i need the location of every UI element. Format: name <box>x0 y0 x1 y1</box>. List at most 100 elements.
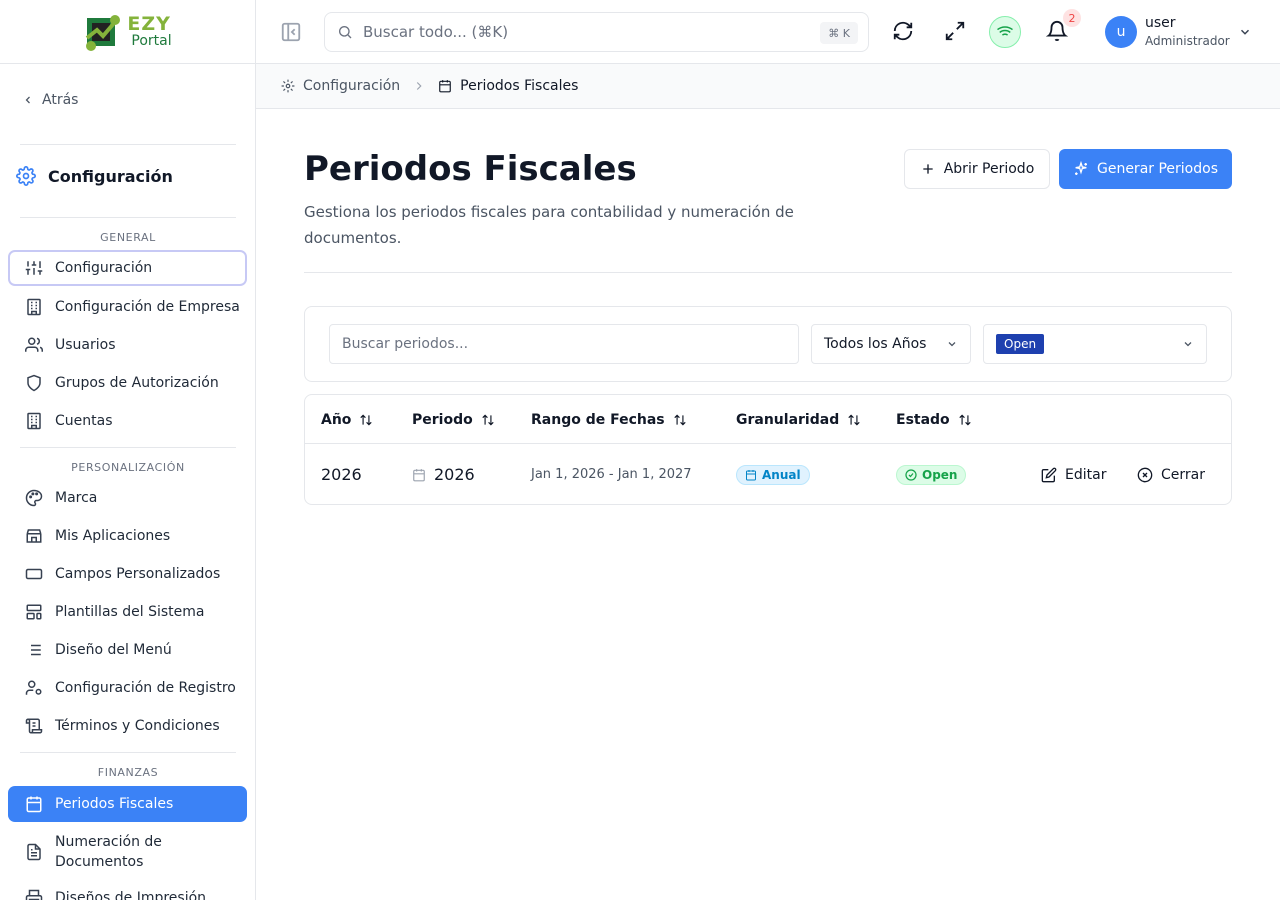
cell-status: Open <box>896 444 967 504</box>
sidebar-item-numeracion[interactable]: Numeración de Documentos <box>8 828 247 876</box>
open-period-label: Abrir Periodo <box>943 161 1035 177</box>
close-period-button[interactable]: Cerrar <box>1137 444 1205 504</box>
sidebar-item-label: Marca <box>55 490 98 506</box>
sidebar-item-label: Términos y Condiciones <box>55 718 220 734</box>
sidebar-item-label: Periodos Fiscales <box>55 796 174 812</box>
search-placeholder: Buscar todo... (⌘K) <box>363 23 509 41</box>
sidebar-item-label: Diseños de Impresión <box>55 890 207 900</box>
top-bar: Buscar todo... (⌘K) ⌘ K 2 u user Adminis… <box>256 0 1280 64</box>
sidebar-item-label: Numeración de Documentos <box>55 834 162 870</box>
app-logo[interactable]: EZY Portal <box>0 0 255 64</box>
sidebar-item-periodos[interactable]: Periodos Fiscales <box>8 786 247 822</box>
calendar-icon <box>746 469 756 480</box>
sidebar-item-plantillas[interactable]: Plantillas del Sistema <box>8 594 247 630</box>
sidebar-item-label: Cuentas <box>55 413 113 429</box>
period-search-placeholder: Buscar periodos... <box>342 336 469 352</box>
generate-periods-label: Generar Periodos <box>1096 161 1218 177</box>
table-header-row: Año Periodo Rango de Fechas Granularidad… <box>305 395 1231 444</box>
filter-bar: Buscar periodos... Todos los Años Open <box>304 306 1232 382</box>
period-search-input[interactable]: Buscar periodos... <box>329 324 799 364</box>
breadcrumb-current: Periodos Fiscales <box>460 78 579 94</box>
column-header-period[interactable]: Periodo <box>412 395 495 444</box>
global-search-input[interactable]: Buscar todo... (⌘K) ⌘ K <box>324 12 869 52</box>
plus-icon <box>923 164 933 174</box>
year-select[interactable]: Todos los Años <box>811 324 971 364</box>
sidebar-item-grupos[interactable]: Grupos de Autorización <box>8 365 247 401</box>
sidebar-item-usuarios[interactable]: Usuarios <box>8 327 247 363</box>
edit-label: Editar <box>1065 466 1107 483</box>
logo-secondary: Portal <box>131 33 172 49</box>
cell-year: 2026 <box>321 465 362 484</box>
search-icon <box>339 26 352 39</box>
palette-icon <box>25 489 43 507</box>
column-header-granularity[interactable]: Granularidad <box>736 395 861 444</box>
connection-status[interactable] <box>989 16 1021 48</box>
page-title: Periodos Fiscales <box>304 149 637 189</box>
file-text-icon <box>27 843 41 861</box>
cell-range: Jan 1, 2026 - Jan 1, 2027 <box>531 467 692 482</box>
chevron-right-icon <box>416 82 422 90</box>
search-shortcut: ⌘ K <box>820 22 858 44</box>
calendar-icon <box>26 796 42 813</box>
sidebar-item-registro[interactable]: Configuración de Registro <box>8 670 247 706</box>
building-icon <box>27 298 41 316</box>
x-circle-icon <box>1137 467 1153 482</box>
printer-icon <box>25 889 43 900</box>
sidebar-item-impresion[interactable]: Diseños de Impresión <box>8 880 247 900</box>
input-field-icon <box>25 568 43 580</box>
sidebar-item-cuentas[interactable]: Cuentas <box>8 403 247 439</box>
status-multiselect[interactable]: Open <box>983 324 1207 364</box>
back-link[interactable]: Atrás <box>22 92 78 108</box>
sidebar-item-label: Diseño del Menú <box>55 642 172 658</box>
sidebar-toggle-icon[interactable] <box>280 21 302 43</box>
status-tag[interactable]: Open <box>996 334 1045 354</box>
divider <box>20 217 236 218</box>
edit-icon <box>1041 467 1057 482</box>
sidebar-item-marca[interactable]: Marca <box>8 480 247 516</box>
column-header-label: Rango de Fechas <box>531 411 665 428</box>
logo-primary: EZY <box>127 13 171 35</box>
edit-button[interactable]: Editar <box>1041 444 1107 504</box>
cell-period: 2026 <box>412 444 475 504</box>
sort-icon <box>482 414 494 425</box>
chevron-down-icon <box>948 342 956 347</box>
refresh-icon[interactable] <box>892 20 914 42</box>
sidebar-title: Configuración <box>16 166 173 186</box>
expand-icon[interactable] <box>944 20 966 42</box>
gear-icon <box>16 166 36 186</box>
sidebar-item-label: Mis Aplicaciones <box>55 528 171 544</box>
granularity-label: Anual <box>762 467 801 482</box>
divider <box>20 144 236 145</box>
granularity-badge: Anual <box>736 464 810 485</box>
check-circle-icon <box>905 468 917 481</box>
sidebar-item-label: Grupos de Autorización <box>55 375 219 391</box>
main-content: Periodos Fiscales Gestiona los periodos … <box>256 109 1280 900</box>
divider <box>304 272 1232 273</box>
breadcrumb-parent[interactable]: Configuración <box>303 78 400 94</box>
sort-icon <box>959 414 971 425</box>
layout-template-icon <box>26 604 42 620</box>
generate-periods-button[interactable]: Generar Periodos <box>1059 149 1232 189</box>
users-icon <box>25 337 43 352</box>
sidebar-item-label: Campos Personalizados <box>55 566 221 582</box>
avatar[interactable]: u <box>1105 16 1137 48</box>
sidebar-item-empresa[interactable]: Configuración de Empresa <box>8 289 247 325</box>
column-header-status[interactable]: Estado <box>896 395 972 444</box>
sidebar-item-terminos[interactable]: Términos y Condiciones <box>8 708 247 744</box>
sidebar-item-menu[interactable]: Diseño del Menú <box>8 632 247 668</box>
sidebar-item-campos[interactable]: Campos Personalizados <box>8 556 247 592</box>
sidebar-item-label: Configuración de Registro <box>55 680 236 696</box>
column-header-range[interactable]: Rango de Fechas <box>531 395 687 444</box>
user-name[interactable]: user <box>1145 15 1176 31</box>
sidebar-item-aplicaciones[interactable]: Mis Aplicaciones <box>8 518 247 554</box>
sidebar-item-configuracion[interactable]: Configuración <box>8 250 247 286</box>
sidebar-item-label: Plantillas del Sistema <box>55 604 205 620</box>
chevron-down-icon[interactable] <box>1238 25 1252 39</box>
section-label-personalizacion: PERSONALIZACIÓN <box>71 461 185 474</box>
chevron-down-icon <box>1184 342 1192 347</box>
divider <box>20 447 236 448</box>
column-header-year[interactable]: Año <box>321 395 373 444</box>
open-period-button[interactable]: Abrir Periodo <box>904 149 1050 189</box>
section-label-general: GENERAL <box>100 231 156 244</box>
chevron-left-icon <box>25 96 30 104</box>
